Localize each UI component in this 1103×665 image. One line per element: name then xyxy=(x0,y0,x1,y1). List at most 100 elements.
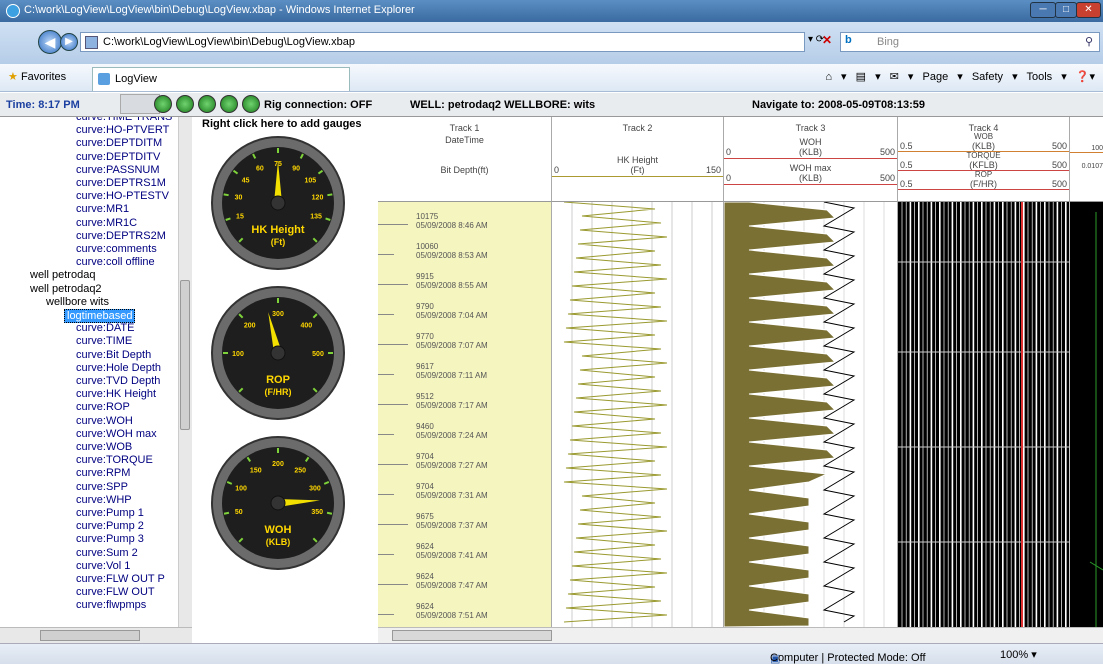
tree-item[interactable]: curve:HK Height xyxy=(76,388,156,400)
track2-max: 150 xyxy=(705,165,721,175)
refresh-button[interactable] xyxy=(220,95,238,113)
depth-time: 05/09/2008 7:31 AM xyxy=(416,491,488,500)
tree-item[interactable]: curve:Hole Depth xyxy=(76,362,161,374)
tree-item[interactable]: curve:Vol 1 xyxy=(76,560,130,572)
tree-item[interactable]: curve:DEPTRS2M xyxy=(76,230,166,242)
track4-unit1: (KFLB) xyxy=(969,160,998,170)
tree-item[interactable]: curve:coll offline xyxy=(76,256,155,268)
stop-button[interactable] xyxy=(242,95,260,113)
depth-time: 05/09/2008 8:55 AM xyxy=(416,281,488,290)
tree-item[interactable]: curve:TORQUE xyxy=(76,454,153,466)
tree-item[interactable]: curve:MR1 xyxy=(76,203,129,215)
gauge-0[interactable]: 153045607590105120135HK Height(Ft) xyxy=(210,135,346,271)
tree-hscrollbar[interactable] xyxy=(0,627,192,643)
gauge-1[interactable]: 100 200 300 400 500 ROP(F/HR) xyxy=(210,285,346,421)
track5-min: 0.0107 xyxy=(1081,163,1103,170)
tree-item[interactable]: wellbore wits xyxy=(46,296,109,308)
depth-value: 9624 xyxy=(416,602,434,611)
tree-item[interactable]: curve:WOH max xyxy=(76,428,157,440)
tree-item[interactable]: curve:HO-PTVERT xyxy=(76,124,169,136)
tree-item[interactable]: curve:Bit Depth xyxy=(76,349,151,361)
depth-tick xyxy=(378,344,408,345)
track3-unit1: (KLB) xyxy=(798,147,822,157)
tree-item[interactable]: well petrodaq2 xyxy=(30,283,102,295)
pause-button[interactable] xyxy=(198,95,216,113)
zoom-level[interactable]: 100% ▾ xyxy=(1000,648,1037,661)
tree-scroll-thumb[interactable] xyxy=(180,280,190,430)
back-button[interactable]: ◀ xyxy=(38,30,62,54)
favorites-button[interactable]: ★ Favorites xyxy=(8,70,66,83)
tree-item[interactable]: curve:DEPTRS1M xyxy=(76,177,166,189)
track2-body xyxy=(552,201,724,627)
tree-item[interactable]: curve:WOH xyxy=(76,415,133,427)
play-button[interactable] xyxy=(176,95,194,113)
address-text: C:\work\LogView\LogView\bin\Debug\LogVie… xyxy=(103,36,355,48)
tree-hscroll-thumb[interactable] xyxy=(40,630,140,641)
depth-time: 05/09/2008 7:37 AM xyxy=(416,521,488,530)
tree-item[interactable]: curve:HO-PTESTV xyxy=(76,190,169,202)
tree-item[interactable]: curve:Sum 2 xyxy=(76,547,138,559)
track3-min1: 0 xyxy=(726,147,732,157)
tree-item[interactable]: logtimebased xyxy=(64,309,136,323)
depth-time: 05/09/2008 7:41 AM xyxy=(416,551,488,560)
tracks-hscroll-thumb[interactable] xyxy=(392,630,552,641)
tree-item[interactable]: curve:SPP xyxy=(76,481,128,493)
tree-item[interactable]: curve:MR1C xyxy=(76,217,137,229)
tree-item[interactable]: curve:comments xyxy=(76,243,157,255)
tree-item[interactable]: curve:WHP xyxy=(76,494,132,506)
gauge-tick-label: 300 xyxy=(309,486,321,493)
command-bar[interactable]: ⌂ ▾ ▤ ▾ ✉ ▾ Page ▾ Safety ▾ Tools ▾ ❓▾ xyxy=(825,70,1095,83)
tree-item[interactable]: curve:flwpmps xyxy=(76,599,146,611)
tree-item[interactable]: curve:ROP xyxy=(76,401,130,413)
tree-item[interactable]: curve:Pump 3 xyxy=(76,533,144,545)
tree-item[interactable]: well petrodaq xyxy=(30,269,95,281)
depth-label: 9915 05/09/2008 8:55 AM xyxy=(416,272,488,290)
tree-item[interactable]: curve:FLW OUT P xyxy=(76,573,165,585)
tree-item[interactable]: curve:PASSNUM xyxy=(76,164,160,176)
tree-item[interactable]: curve:TVD Depth xyxy=(76,375,160,387)
gauge-unit: (Ft) xyxy=(271,237,286,247)
close-button[interactable]: ✕ xyxy=(1076,2,1101,18)
depth-label: 9460 05/09/2008 7:24 AM xyxy=(416,422,488,440)
tab-title: LogView xyxy=(115,73,157,85)
gauge-tick-label: 350 xyxy=(311,509,323,516)
forward-button[interactable]: ▶ xyxy=(60,33,78,51)
track5-header: 100 0.0107 xyxy=(1070,117,1103,202)
tree-item[interactable]: curve:TIME xyxy=(76,335,132,347)
stop-icon[interactable]: ✕ xyxy=(822,33,832,47)
minimize-button[interactable]: ─ xyxy=(1030,2,1056,18)
tree-item[interactable]: curve:Pump 2 xyxy=(76,520,144,532)
search-input[interactable]: b Bing ⚲ xyxy=(840,32,1100,52)
track5-body xyxy=(1070,202,1103,627)
gauge-tick-label: 500 xyxy=(312,351,324,358)
tree-item[interactable]: curve:DEPTDITV xyxy=(76,151,160,163)
gauge-tick-label: 400 xyxy=(300,323,312,330)
address-input[interactable]: C:\work\LogView\LogView\bin\Debug\LogVie… xyxy=(80,32,805,52)
tree-item[interactable]: curve:WOB xyxy=(76,441,132,453)
tree-item[interactable]: curve:DATE xyxy=(76,322,134,334)
track3-curve1: WOH xyxy=(799,137,822,147)
gauge-2[interactable]: 50 100 150 200 250 300 350 WOH(KLB) xyxy=(210,435,346,571)
command-bar-menus[interactable]: Page ▾ Safety ▾ Tools ▾ xyxy=(923,71,1067,83)
gauge-tick-label: 135 xyxy=(310,213,322,220)
log-tracks[interactable]: Track 1 DateTime Bit Depth(ft) Track 2 H… xyxy=(378,117,1103,627)
tree-item[interactable]: curve:RPM xyxy=(76,467,130,479)
search-icon[interactable]: ⚲ xyxy=(1085,35,1093,48)
tree-item[interactable]: curve:TIME TRANS xyxy=(76,117,172,123)
rewind-button[interactable] xyxy=(154,95,172,113)
gauge-tick-label: 30 xyxy=(235,195,243,202)
depth-label: 9624 05/09/2008 7:47 AM xyxy=(416,572,488,590)
well-tree[interactable]: curve:TIME TRANS curve:HO-PTVERT curve:DEP… xyxy=(0,117,192,627)
tree-item[interactable]: curve:FLW OUT xyxy=(76,586,155,598)
browser-tab[interactable]: LogView xyxy=(92,67,350,91)
tree-item[interactable]: curve:Pump 1 xyxy=(76,507,144,519)
tree-item[interactable]: curve:DEPTDITM xyxy=(76,137,162,149)
track2-unit: (Ft) xyxy=(630,165,645,175)
maximize-button[interactable]: □ xyxy=(1055,2,1077,18)
gauge-panel[interactable]: Right click here to add gauges 153045607… xyxy=(192,117,378,627)
depth-label: 9770 05/09/2008 7:07 AM xyxy=(416,332,488,350)
gauge-hint[interactable]: Right click here to add gauges xyxy=(202,118,362,130)
depth-label: 9675 05/09/2008 7:37 AM xyxy=(416,512,488,530)
tracks-hscrollbar[interactable] xyxy=(378,627,1103,643)
navigate-to[interactable]: Navigate to: 2008-05-09T08:13:59 xyxy=(752,99,925,111)
